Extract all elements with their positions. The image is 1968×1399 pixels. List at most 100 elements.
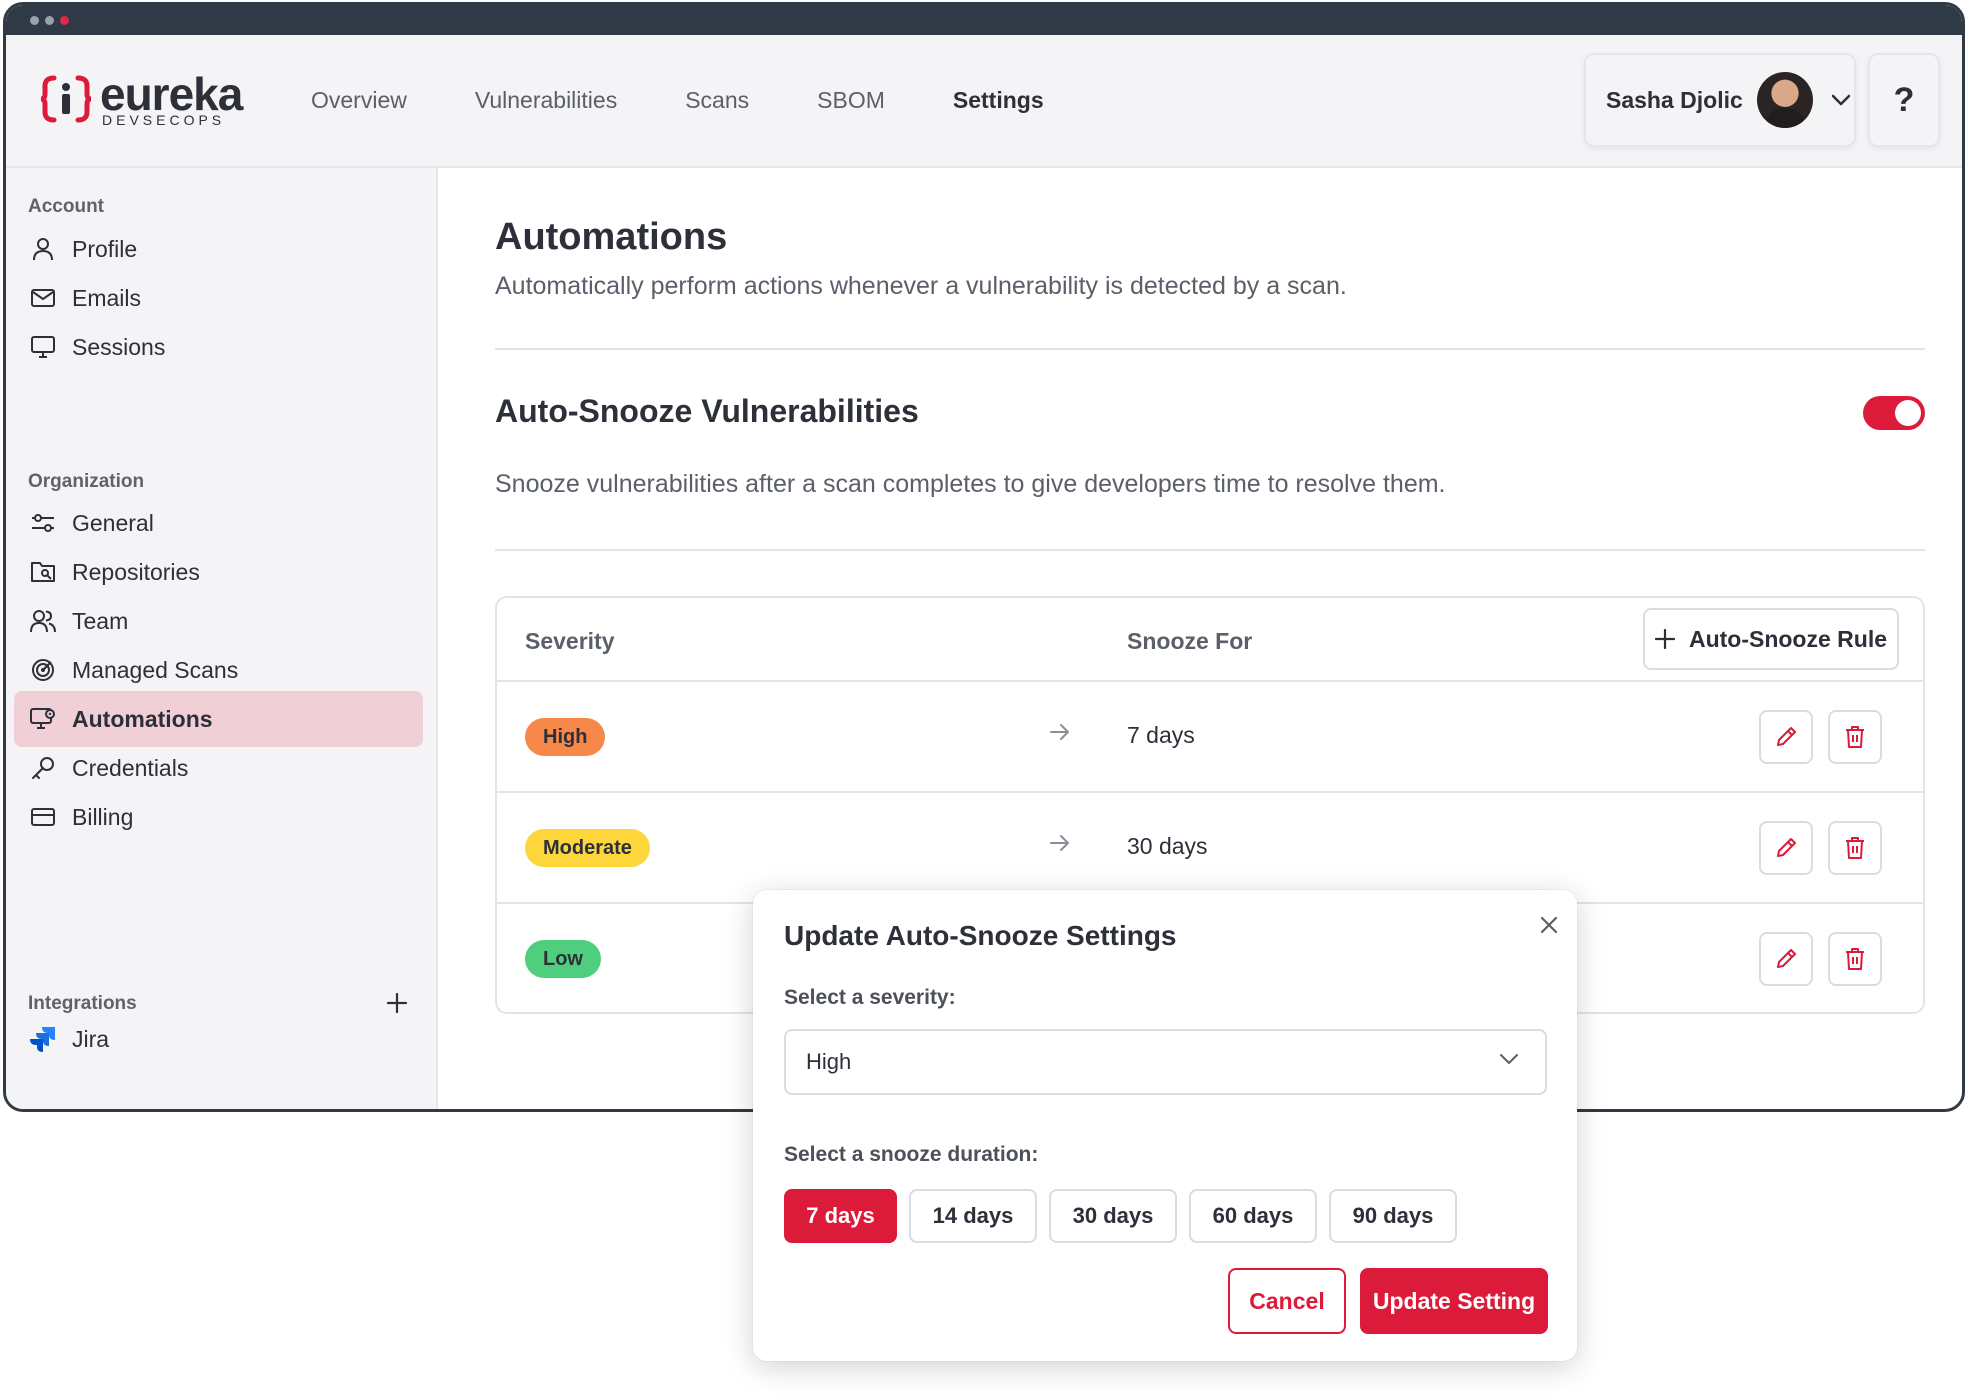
duration-option-30-days[interactable]: 30 days: [1049, 1189, 1177, 1243]
edit-rule-button[interactable]: [1759, 932, 1813, 986]
monitor-icon: [30, 334, 56, 360]
nav-vulnerabilities[interactable]: Vulnerabilities: [475, 87, 617, 114]
update-setting-button[interactable]: Update Setting: [1360, 1268, 1548, 1334]
sidebar-item-label: Profile: [72, 235, 138, 262]
sidebar-item-label: Managed Scans: [72, 656, 239, 683]
update-auto-snooze-modal: Update Auto-Snooze Settings Select a sev…: [753, 890, 1577, 1361]
table-row: High 7 days: [497, 682, 1923, 793]
sidebar-item-team[interactable]: Team: [14, 593, 423, 649]
sidebar-item-label: Repositories: [72, 558, 200, 585]
sidebar-item-managed-scans[interactable]: Managed Scans: [14, 642, 423, 698]
sidebar-section-organization: Organization: [28, 471, 145, 492]
table-header: Severity Snooze For Auto-Snooze Rule: [497, 598, 1923, 682]
sidebar-item-automations[interactable]: Automations: [14, 691, 423, 747]
page-subtitle: Automatically perform actions whenever a…: [495, 272, 1347, 300]
window-dot[interactable]: [30, 15, 39, 25]
modal-title: Update Auto-Snooze Settings: [784, 920, 1177, 951]
sidebar-item-repositories[interactable]: Repositories: [14, 544, 423, 600]
user-name: Sasha Djolic: [1606, 86, 1743, 113]
plus-icon: [1654, 629, 1675, 649]
edit-rule-button[interactable]: [1759, 821, 1813, 875]
user-icon: [30, 236, 56, 262]
sidebar-item-sessions[interactable]: Sessions: [14, 319, 423, 375]
pencil-icon: [1777, 949, 1796, 968]
nav-settings[interactable]: Settings: [953, 87, 1044, 114]
brand-name: eureka: [100, 68, 243, 120]
snooze-duration: 7 days: [1127, 722, 1195, 748]
nav-overview[interactable]: Overview: [311, 87, 407, 114]
pencil-icon: [1777, 838, 1796, 857]
logo-mark-icon: [40, 75, 92, 123]
column-header-severity: Severity: [525, 628, 615, 654]
eureka-logo[interactable]: eureka DEVSECOPS: [40, 68, 243, 128]
delete-rule-button[interactable]: [1828, 710, 1882, 764]
window-dot[interactable]: [45, 15, 54, 25]
arrow-right-icon: [1050, 724, 1069, 740]
severity-select[interactable]: High: [784, 1029, 1547, 1095]
key-icon: [30, 755, 56, 781]
duration-option-60-days[interactable]: 60 days: [1189, 1189, 1317, 1243]
page-title: Automations: [495, 216, 728, 258]
snooze-duration: 30 days: [1127, 833, 1208, 859]
chevron-down-icon: [1831, 94, 1851, 106]
sliders-icon: [30, 510, 56, 536]
column-header-snooze-for: Snooze For: [1127, 628, 1253, 654]
sidebar-item-general[interactable]: General: [14, 495, 423, 551]
sidebar-item-credentials[interactable]: Credentials: [14, 740, 423, 796]
sidebar-item-label: Credentials: [72, 754, 189, 781]
delete-rule-button[interactable]: [1828, 821, 1882, 875]
sidebar-item-label: Billing: [72, 803, 134, 830]
cancel-button[interactable]: Cancel: [1228, 1268, 1346, 1334]
trash-icon: [1846, 948, 1864, 970]
sidebar-item-label: Sessions: [72, 333, 166, 360]
duration-option-14-days[interactable]: 14 days: [909, 1189, 1037, 1243]
main-nav: Overview Vulnerabilities Scans SBOM Sett…: [311, 35, 1112, 165]
section-title: Auto-Snooze Vulnerabilities: [495, 393, 919, 429]
repository-icon: [30, 559, 56, 585]
nav-sbom[interactable]: SBOM: [817, 87, 885, 114]
section-subtitle: Snooze vulnerabilities after a scan comp…: [495, 470, 1446, 498]
add-auto-snooze-rule-button[interactable]: Auto-Snooze Rule: [1643, 608, 1899, 670]
sidebar-section-account: Account: [28, 196, 104, 217]
delete-rule-button[interactable]: [1828, 932, 1882, 986]
close-icon[interactable]: [1536, 912, 1562, 938]
brand-tagline: DEVSECOPS: [102, 112, 226, 128]
jira-icon: [30, 1026, 56, 1052]
help-button[interactable]: ?: [1868, 53, 1940, 147]
window-titlebar: [6, 5, 1962, 35]
arrow-right-icon: [1050, 835, 1069, 851]
trash-icon: [1846, 837, 1864, 859]
radar-icon: [30, 657, 56, 683]
avatar: [1756, 72, 1813, 128]
severity-select-value: High: [806, 1049, 852, 1074]
duration-option-90-days[interactable]: 90 days: [1329, 1189, 1457, 1243]
edit-rule-button[interactable]: [1759, 710, 1813, 764]
sidebar-item-label: Automations: [72, 705, 213, 732]
add-rule-label: Auto-Snooze Rule: [1688, 625, 1888, 652]
duration-options: 7 days 14 days 30 days 60 days 90 days: [784, 1189, 1457, 1243]
user-menu-button[interactable]: Sasha Djolic: [1584, 53, 1856, 147]
sidebar-item-jira[interactable]: Jira: [14, 1011, 423, 1067]
help-label: ?: [1893, 80, 1915, 119]
chevron-down-icon: [1500, 1054, 1518, 1064]
sidebar-item-billing[interactable]: Billing: [14, 789, 423, 845]
severity-badge: Moderate: [525, 829, 650, 867]
auto-snooze-toggle[interactable]: [1863, 396, 1925, 430]
duration-option-7-days[interactable]: 7 days: [784, 1189, 897, 1243]
sidebar-item-profile[interactable]: Profile: [14, 221, 423, 277]
credit-card-icon: [30, 804, 56, 830]
team-icon: [30, 608, 56, 634]
sidebar-item-emails[interactable]: Emails: [14, 270, 423, 326]
divider: [495, 348, 1925, 350]
nav-scans[interactable]: Scans: [685, 87, 749, 114]
window-dot[interactable]: [60, 15, 69, 25]
severity-badge: High: [525, 718, 606, 756]
sidebar-item-label: Emails: [72, 284, 142, 311]
severity-badge: Low: [525, 940, 601, 978]
sidebar-item-label: Jira: [72, 1025, 110, 1052]
trash-icon: [1846, 726, 1864, 748]
sidebar-item-label: Team: [72, 607, 129, 634]
top-navigation: eureka DEVSECOPS Overview Vulnerabilitie…: [6, 35, 1962, 168]
mail-icon: [30, 285, 56, 311]
duration-label: Select a snooze duration:: [784, 1143, 1039, 1166]
